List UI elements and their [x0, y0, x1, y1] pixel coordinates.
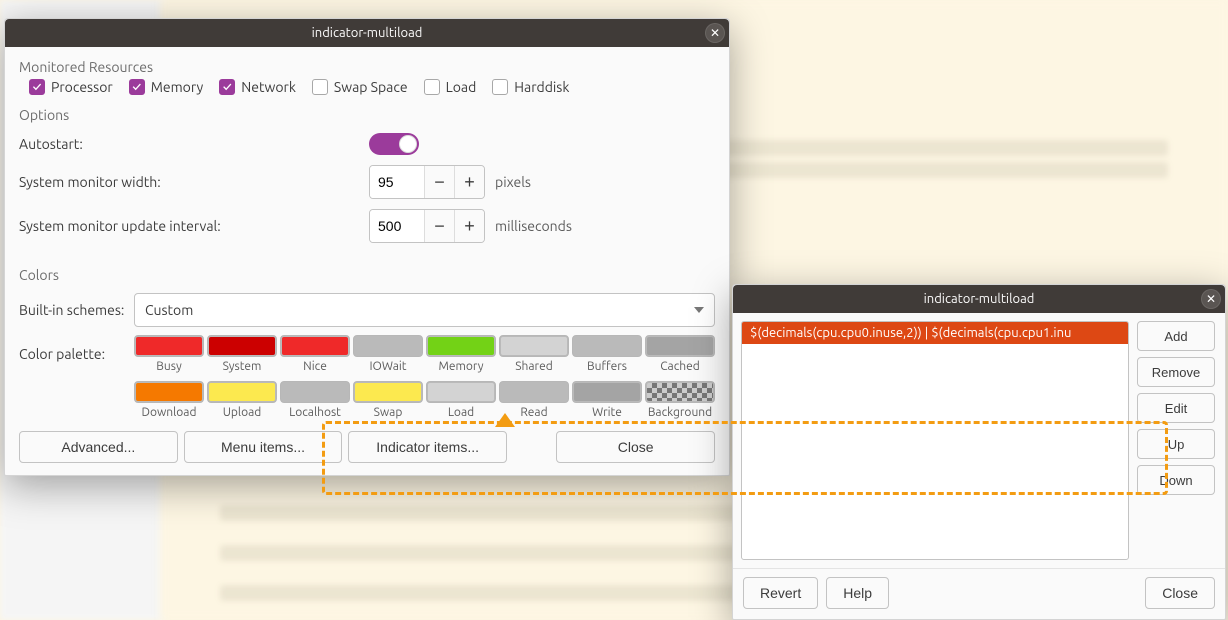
advanced-button[interactable]: Advanced...	[19, 431, 178, 463]
color-memory[interactable]	[426, 335, 496, 357]
checkbox-processor[interactable]: Processor	[29, 79, 113, 95]
color-localhost[interactable]	[280, 381, 350, 403]
titlebar: indicator-multiload ✕	[5, 19, 729, 47]
expression-list[interactable]: $(decimals(cpu.cpu0.inuse,2)) | $(decima…	[741, 321, 1129, 560]
interval-label: System monitor update interval:	[19, 218, 369, 234]
checkbox-memory[interactable]: Memory	[129, 79, 204, 95]
interval-stepper[interactable]: − +	[369, 209, 485, 243]
down-button[interactable]: Down	[1137, 465, 1215, 495]
color-background[interactable]	[645, 381, 715, 403]
width-label: System monitor width:	[19, 174, 369, 190]
color-load[interactable]	[426, 381, 496, 403]
checkbox-harddisk[interactable]: Harddisk	[492, 79, 569, 95]
palette-label: Color palette:	[19, 346, 134, 362]
interval-minus-button[interactable]: −	[424, 210, 454, 242]
interval-unit: milliseconds	[495, 218, 572, 234]
width-unit: pixels	[495, 174, 531, 190]
width-stepper[interactable]: − +	[369, 165, 485, 199]
close-button[interactable]: Close	[1145, 577, 1215, 609]
indicator-items-dialog: indicator-multiload ✕ $(decimals(cpu.cpu…	[732, 284, 1226, 620]
checkbox-load[interactable]: Load	[424, 79, 477, 95]
autostart-toggle[interactable]	[369, 133, 419, 155]
width-input[interactable]	[370, 166, 424, 198]
schemes-label: Built-in schemes:	[19, 302, 134, 318]
palette-row-1: BusySystemNiceIOWaitMemorySharedBuffersC…	[134, 335, 715, 373]
color-download[interactable]	[134, 381, 204, 403]
revert-button[interactable]: Revert	[743, 577, 818, 609]
section-colors: Colors	[5, 267, 729, 283]
color-system[interactable]	[207, 335, 277, 357]
preferences-dialog: indicator-multiload ✕ Monitored Resource…	[4, 18, 730, 476]
close-button[interactable]: Close	[556, 431, 715, 463]
menu-items-button[interactable]: Menu items...	[184, 431, 343, 463]
checkbox-swap-space[interactable]: Swap Space	[312, 79, 408, 95]
interval-input[interactable]	[370, 210, 424, 242]
color-busy[interactable]	[134, 335, 204, 357]
remove-button[interactable]: Remove	[1137, 357, 1215, 387]
add-button[interactable]: Add	[1137, 321, 1215, 351]
titlebar: indicator-multiload ✕	[733, 285, 1225, 313]
palette-row-2: DownloadUploadLocalhostSwapLoadReadWrite…	[134, 381, 715, 419]
width-plus-button[interactable]: +	[454, 166, 484, 198]
color-cached[interactable]	[645, 335, 715, 357]
color-buffers[interactable]	[572, 335, 642, 357]
list-item[interactable]: $(decimals(cpu.cpu0.inuse,2)) | $(decima…	[742, 322, 1128, 344]
color-nice[interactable]	[280, 335, 350, 357]
close-icon[interactable]: ✕	[1201, 289, 1221, 309]
monitored-checkboxes: Processor Memory Network Swap Space Load Hard…	[5, 79, 729, 95]
color-read[interactable]	[499, 381, 569, 403]
close-icon[interactable]: ✕	[705, 23, 725, 43]
section-options: Options	[5, 107, 729, 123]
indicator-items-button[interactable]: Indicator items...	[348, 431, 507, 463]
edit-button[interactable]: Edit	[1137, 393, 1215, 423]
window-title: indicator-multiload	[312, 26, 423, 40]
color-shared[interactable]	[499, 335, 569, 357]
color-swap[interactable]	[353, 381, 423, 403]
schemes-dropdown[interactable]: Custom	[134, 293, 715, 327]
autostart-label: Autostart:	[19, 136, 369, 152]
width-minus-button[interactable]: −	[424, 166, 454, 198]
help-button[interactable]: Help	[826, 577, 889, 609]
color-write[interactable]	[572, 381, 642, 403]
interval-plus-button[interactable]: +	[454, 210, 484, 242]
color-upload[interactable]	[207, 381, 277, 403]
schemes-value: Custom	[145, 302, 193, 318]
section-monitored: Monitored Resources	[5, 59, 729, 75]
window-title: indicator-multiload	[924, 292, 1035, 306]
color-iowait[interactable]	[353, 335, 423, 357]
checkbox-network[interactable]: Network	[219, 79, 296, 95]
chevron-down-icon	[694, 307, 704, 313]
up-button[interactable]: Up	[1137, 429, 1215, 459]
